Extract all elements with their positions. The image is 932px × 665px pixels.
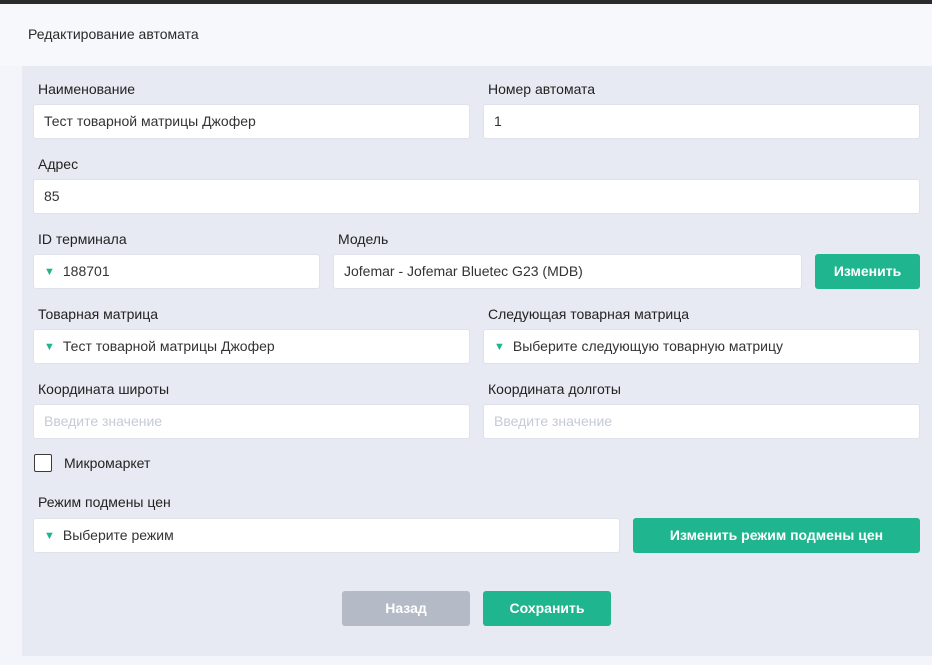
latitude-label: Координата широты [38,381,170,397]
machine-number-label: Номер автомата [488,81,596,97]
latitude-input[interactable]: Введите значение [33,404,470,439]
machine-number-input[interactable]: 1 [483,104,920,139]
product-matrix-value: Тест товарной матрицы Джофер [62,338,275,354]
back-button[interactable]: Назад [342,591,470,626]
longitude-input[interactable]: Введите значение [483,404,920,439]
save-button[interactable]: Сохранить [483,591,611,626]
next-product-matrix-select[interactable]: ▼ Выберите следующую товарную матрицу [483,329,920,364]
dropdown-triangle-icon: ▼ [44,530,55,542]
longitude-label: Координата долготы [488,381,621,397]
dropdown-triangle-icon: ▼ [44,266,55,278]
price-mode-label: Режим подмены цен [38,494,171,510]
page-header: Редактирование автомата [0,4,932,66]
price-mode-select[interactable]: ▼ Выберите режим [33,518,620,553]
product-matrix-select[interactable]: ▼ Тест товарной матрицы Джофер [33,329,470,364]
micromarket-label: Микромаркет [64,455,151,471]
next-product-matrix-placeholder: Выберите следующую товарную матрицу [512,338,784,354]
terminal-id-value: 188701 [62,263,110,279]
name-input[interactable]: Тест товарной матрицы Джофер [33,104,470,139]
dropdown-triangle-icon: ▼ [494,341,505,353]
change-model-button[interactable]: Изменить [815,254,920,289]
next-product-matrix-label: Следующая товарная матрица [488,306,690,322]
model-label: Модель [338,231,389,247]
micromarket-checkbox[interactable] [34,454,52,472]
terminal-id-select[interactable]: ▼ 188701 [33,254,320,289]
change-price-mode-button[interactable]: Изменить режим подмены цен [633,518,920,553]
page-title: Редактирование автомата [28,26,199,42]
name-label: Наименование [38,81,136,97]
dropdown-triangle-icon: ▼ [44,341,55,353]
address-input[interactable]: 85 [33,179,920,214]
address-label: Адрес [38,156,79,172]
product-matrix-label: Товарная матрица [38,306,159,322]
model-input[interactable]: Jofemar - Jofemar Bluetec G23 (MDB) [333,254,802,289]
terminal-id-label: ID терминала [38,231,127,247]
price-mode-placeholder: Выберите режим [62,527,174,543]
